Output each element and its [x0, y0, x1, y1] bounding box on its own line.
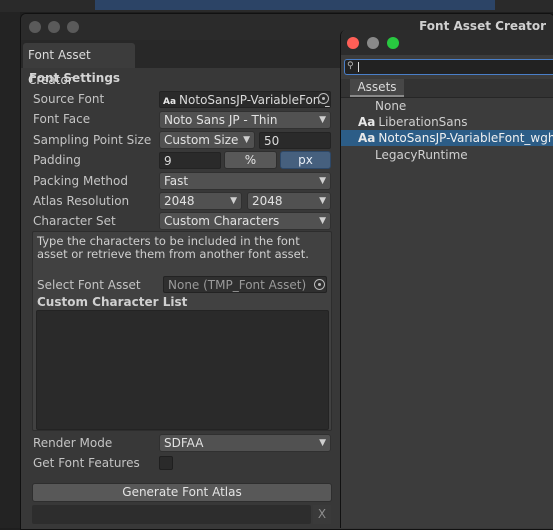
atlas-height-value: 2048 — [252, 194, 283, 208]
chevron-down-icon: ▼ — [319, 176, 326, 186]
source-font-field[interactable]: AaNotoSansJP-VariableFont_wght — [159, 91, 331, 108]
packing-value: Fast — [164, 174, 189, 188]
list-item-legacyruntime[interactable]: LegacyRuntime — [341, 147, 553, 163]
picker-minimize-button[interactable] — [367, 37, 379, 49]
asset-picker-window: ⚲ Assets None Aa LiberationSans Aa NotoSan… — [340, 30, 553, 528]
sampling-label: Sampling Point Size — [33, 133, 152, 147]
help-text: Type the characters to be included in th… — [37, 234, 309, 261]
picker-zoom-button[interactable] — [387, 37, 399, 49]
packing-dropdown[interactable]: Fast ▼ — [159, 172, 331, 190]
custom-character-list-label: Custom Character List — [37, 295, 188, 309]
window-minimize-button[interactable] — [48, 21, 60, 33]
sampling-size-input[interactable]: 50 — [259, 132, 331, 149]
font-asset-icon: Aa — [358, 131, 376, 145]
font-face-value: Noto Sans JP - Thin — [164, 113, 278, 127]
atlas-width-value: 2048 — [164, 194, 195, 208]
search-icon: ⚲ — [347, 61, 354, 71]
window-close-button[interactable] — [29, 21, 41, 33]
object-picker-icon[interactable] — [318, 93, 329, 104]
picker-tab-bar: Assets — [341, 79, 553, 98]
background-editor-strip — [0, 0, 553, 12]
select-font-asset-field[interactable]: None (TMP_Font Asset) — [163, 276, 327, 293]
padding-label: Padding — [33, 153, 81, 167]
atlas-height-dropdown[interactable]: 2048 ▼ — [247, 192, 331, 210]
list-item-notosansjp[interactable]: Aa NotoSansJP-VariableFont_wght — [341, 130, 553, 146]
packing-label: Packing Method — [33, 174, 128, 188]
render-mode-label: Render Mode — [33, 436, 113, 450]
progress-field — [32, 505, 311, 524]
background-editor-panel — [0, 12, 20, 528]
background-selection-bar — [95, 0, 495, 10]
font-settings-heading: Font Settings — [29, 71, 121, 85]
picker-titlebar — [341, 30, 553, 55]
chevron-down-icon: ▼ — [319, 216, 326, 226]
chevron-down-icon: ▼ — [319, 438, 326, 448]
chevron-down-icon: ▼ — [319, 196, 326, 206]
chevron-down-icon: ▼ — [319, 115, 326, 125]
padding-input[interactable]: 9 — [159, 152, 221, 169]
character-set-label: Character Set — [33, 214, 116, 228]
source-font-value: NotoSansJP-VariableFont_wght — [179, 93, 330, 107]
list-item-none[interactable]: None — [341, 98, 553, 114]
render-mode-dropdown[interactable]: SDFAA ▼ — [159, 434, 331, 452]
clear-button[interactable]: X — [313, 505, 331, 524]
list-item-label: None — [375, 99, 407, 113]
character-set-dropdown[interactable]: Custom Characters ▼ — [159, 212, 331, 230]
tab-assets[interactable]: Assets — [350, 79, 404, 97]
list-item-label: NotoSansJP-VariableFont_wght — [378, 131, 553, 145]
list-item-liberationsans[interactable]: Aa LiberationSans — [341, 114, 553, 130]
sampling-mode-dropdown[interactable]: Custom Size ▼ — [159, 131, 255, 149]
generate-font-atlas-button[interactable]: Generate Font Atlas — [32, 483, 332, 502]
font-asset-icon: Aa — [163, 97, 177, 107]
font-face-label: Font Face — [33, 112, 91, 126]
sampling-mode-value: Custom Size — [164, 133, 239, 147]
get-font-features-checkbox[interactable] — [159, 456, 173, 470]
font-asset-icon: Aa — [358, 115, 376, 129]
character-set-value: Custom Characters — [164, 214, 280, 228]
chevron-down-icon: ▼ — [230, 196, 237, 206]
source-font-label: Source Font — [33, 92, 105, 106]
window-zoom-button[interactable] — [67, 21, 79, 33]
object-picker-icon[interactable] — [314, 279, 325, 290]
get-font-features-label: Get Font Features — [33, 456, 140, 470]
atlas-width-dropdown[interactable]: 2048 ▼ — [159, 192, 242, 210]
text-cursor — [358, 62, 359, 72]
custom-characters-panel: Type the characters to be included in th… — [32, 231, 332, 431]
font-face-dropdown[interactable]: Noto Sans JP - Thin ▼ — [159, 111, 331, 129]
chevron-down-icon: ▼ — [243, 135, 250, 145]
atlas-resolution-label: Atlas Resolution — [33, 194, 130, 208]
picker-search-input[interactable]: ⚲ — [344, 59, 553, 75]
custom-character-list-input[interactable] — [36, 310, 329, 430]
select-font-asset-value: None (TMP_Font Asset) — [168, 278, 307, 292]
list-item-label: LiberationSans — [378, 115, 468, 129]
list-item-label: LegacyRuntime — [375, 148, 468, 162]
render-mode-value: SDFAA — [164, 436, 204, 450]
select-font-asset-label: Select Font Asset — [37, 278, 141, 292]
picker-close-button[interactable] — [347, 37, 359, 49]
padding-px-button[interactable]: px — [280, 151, 331, 169]
padding-percent-button[interactable]: % — [224, 151, 277, 169]
tab-font-asset-creator[interactable]: Font Asset Creator — [23, 43, 135, 87]
